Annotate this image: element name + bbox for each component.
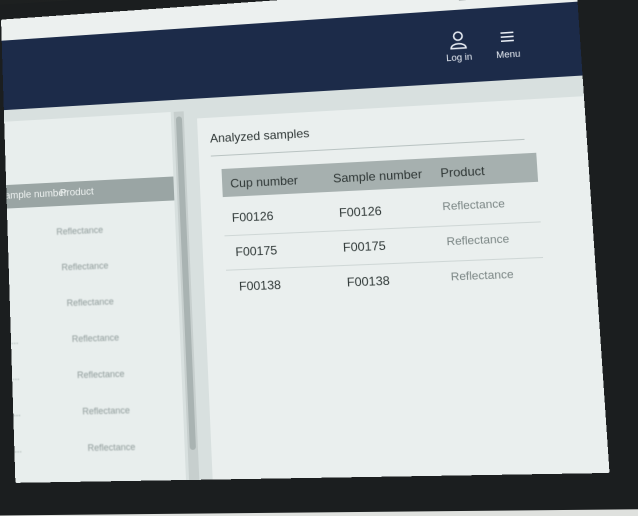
maximize-button[interactable]: □ bbox=[458, 0, 466, 4]
left-row-product: Reflectance bbox=[76, 368, 125, 381]
left-row-sample: ... bbox=[13, 407, 21, 419]
user-icon bbox=[436, 29, 480, 54]
sample-number: F00175 bbox=[342, 238, 387, 255]
close-button[interactable]: × bbox=[485, 0, 493, 2]
left-row-sample: ... bbox=[11, 371, 20, 383]
sample-number: F00126 bbox=[338, 203, 383, 221]
left-row-product: Reflectance bbox=[61, 260, 109, 273]
left-row-sample: ... bbox=[14, 444, 22, 455]
cup-number: F00126 bbox=[231, 208, 274, 225]
minimize-button[interactable]: – bbox=[432, 0, 439, 5]
product: Reflectance bbox=[446, 233, 510, 249]
left-row-product: Reflectance bbox=[82, 405, 131, 417]
col-cup-number: Cup number bbox=[229, 173, 299, 191]
cup-number: F00175 bbox=[235, 243, 278, 260]
menu-button[interactable]: Menu bbox=[485, 25, 530, 60]
left-row-product: Reflectance bbox=[56, 224, 104, 237]
login-label: Log in bbox=[445, 51, 473, 64]
main-content: ...ample number Product Reflectance Refl… bbox=[1, 75, 610, 483]
sample-number: F00138 bbox=[346, 273, 391, 290]
left-table-header: ...ample number Product bbox=[1, 176, 175, 210]
left-col-sample: ...ample number bbox=[1, 187, 68, 203]
col-sample-number: Sample number bbox=[332, 166, 423, 186]
left-row-product: Reflectance bbox=[87, 441, 136, 454]
left-col-product: Product bbox=[59, 186, 94, 200]
cup-number: F00138 bbox=[238, 277, 282, 294]
left-row-product: Reflectance bbox=[66, 296, 114, 309]
samples-panel-left: ...ample number Product Reflectance Refl… bbox=[1, 112, 187, 483]
analyzed-samples-panel: Analyzed samples Cup number Sample numbe… bbox=[197, 96, 610, 483]
left-row-product: Reflectance bbox=[71, 332, 120, 345]
col-product: Product bbox=[439, 163, 486, 181]
left-row-sample: ... bbox=[10, 335, 19, 347]
panel-title: Analyzed samples bbox=[209, 126, 310, 146]
product: Reflectance bbox=[450, 268, 514, 284]
hamburger-icon bbox=[485, 25, 529, 50]
menu-label: Menu bbox=[495, 48, 521, 61]
product: Reflectance bbox=[442, 197, 506, 214]
app-window: – □ × Log in Menu ...ample number Produc… bbox=[1, 0, 610, 483]
login-button[interactable]: Log in bbox=[436, 29, 480, 64]
